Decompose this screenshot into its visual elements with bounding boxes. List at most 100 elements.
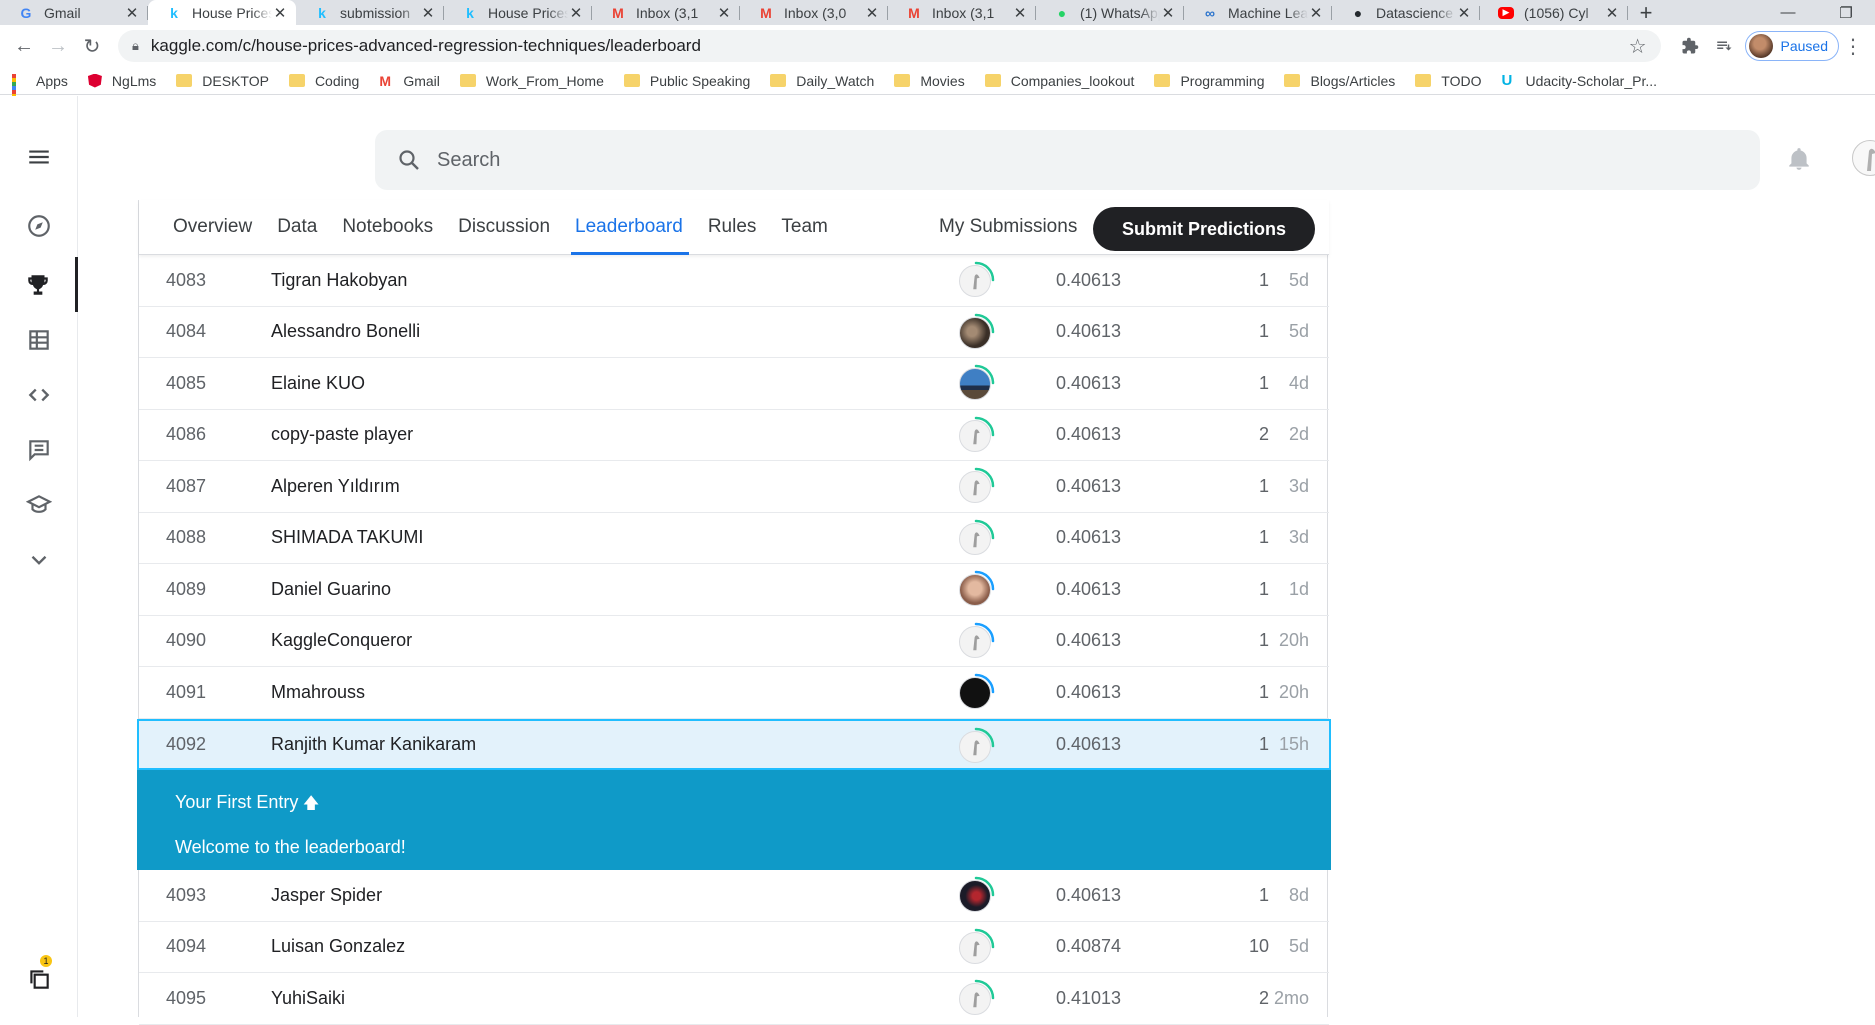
submit-predictions-button[interactable]: Submit Predictions xyxy=(1093,207,1315,251)
team-avatar[interactable] xyxy=(959,265,991,297)
bookmark-desktop[interactable]: DESKTOP xyxy=(176,73,269,89)
bookmark-nglms[interactable]: NgLms xyxy=(87,73,156,89)
tab-data[interactable]: Data xyxy=(277,200,317,255)
restore-icon[interactable]: ❐ xyxy=(1817,0,1875,25)
browser-tab[interactable]: M Inbox (3,0 ✕ xyxy=(740,0,888,25)
close-tab-icon[interactable]: ✕ xyxy=(1456,4,1472,22)
table-row[interactable]: 4087 Alperen Yıldırım 0.40613 1 3d xyxy=(139,461,1329,513)
close-tab-icon[interactable]: ✕ xyxy=(1604,4,1620,22)
back-arrow-icon[interactable]: ← xyxy=(8,30,40,62)
team-avatar[interactable] xyxy=(959,471,991,503)
team-avatar[interactable] xyxy=(959,730,991,763)
team-avatar[interactable] xyxy=(959,677,991,709)
arrow-up-icon: 🡅 xyxy=(298,795,320,812)
code-icon[interactable] xyxy=(0,373,78,417)
close-tab-icon[interactable]: ✕ xyxy=(124,4,140,22)
close-tab-icon[interactable]: ✕ xyxy=(272,4,288,22)
chrome-menu-icon[interactable]: ⋮ xyxy=(1839,34,1867,59)
address-bar[interactable]: 🔒︎ kaggle.com/c/house-prices-advanced-re… xyxy=(118,30,1661,62)
entries-cell: 1 xyxy=(1258,527,1269,548)
team-avatar[interactable] xyxy=(959,316,991,349)
table-row[interactable]: 4088 SHIMADA TAKUMI 0.40613 1 3d xyxy=(139,513,1329,564)
table-row[interactable]: 4091 Mmahrouss 0.40613 1 20h xyxy=(139,667,1329,719)
table-row[interactable]: 4094 Luisan Gonzalez 0.40874 10 5d xyxy=(139,922,1329,973)
score-cell: 0.40613 xyxy=(1056,424,1122,445)
table-row[interactable]: 4090 KaggleConqueror 0.40613 1 20h xyxy=(139,616,1329,667)
close-tab-icon[interactable]: ✕ xyxy=(1308,4,1324,22)
browser-tab[interactable]: ● (1) WhatsApp ✕ xyxy=(1036,0,1184,25)
table-row[interactable]: 4083 Tigran Hakobyan 0.40613 1 5d xyxy=(139,255,1329,307)
close-tab-icon[interactable]: ✕ xyxy=(420,4,436,22)
chevron-down-icon[interactable] xyxy=(0,538,78,582)
browser-tab[interactable]: k House Prices ✕ xyxy=(444,0,592,25)
bookmark-apps[interactable]: Apps xyxy=(12,72,68,110)
hamburger-menu-icon[interactable] xyxy=(0,135,78,179)
close-tab-icon[interactable]: ✕ xyxy=(1012,4,1028,22)
bookmark-programming[interactable]: Programming xyxy=(1154,73,1264,89)
team-avatar[interactable] xyxy=(959,419,991,452)
notifications-bell-icon[interactable] xyxy=(1786,146,1812,172)
table-row[interactable]: 4086 copy-paste player 0.40613 2 2d xyxy=(139,410,1329,461)
table-row[interactable]: 4084 Alessandro Bonelli 0.40613 1 5d xyxy=(139,307,1329,358)
bookmark-blogs-articles[interactable]: Blogs/Articles xyxy=(1284,73,1395,89)
tab-discussion[interactable]: Discussion xyxy=(458,200,550,255)
team-avatar[interactable] xyxy=(959,625,991,658)
compass-icon[interactable] xyxy=(0,204,78,248)
extensions-puzzle-icon[interactable] xyxy=(1673,30,1707,62)
close-tab-icon[interactable]: ✕ xyxy=(1160,4,1176,22)
discussion-comment-icon[interactable] xyxy=(0,428,78,472)
media-queue-icon[interactable] xyxy=(1707,30,1741,62)
team-avatar[interactable] xyxy=(959,574,991,606)
site-search-input[interactable]: Search xyxy=(375,130,1760,190)
table-row[interactable]: 4085 Elaine KUO 0.40613 1 4d xyxy=(139,358,1329,410)
bookmark-todo[interactable]: TODO xyxy=(1415,73,1482,89)
forward-arrow-icon[interactable]: → xyxy=(42,30,74,62)
table-row[interactable]: 4092 Ranjith Kumar Kanikaram 0.40613 1 15h xyxy=(137,718,1331,770)
bookmark-coding[interactable]: Coding xyxy=(288,73,359,89)
browser-tab[interactable]: M Inbox (3,1 ✕ xyxy=(888,0,1036,25)
tab-team[interactable]: Team xyxy=(781,200,827,255)
team-avatar[interactable] xyxy=(959,983,991,1015)
browser-tab[interactable]: ▶ (1056) Cyl ✕ xyxy=(1480,0,1628,25)
tab-notebooks[interactable]: Notebooks xyxy=(342,200,433,255)
bookmark-udacity-scholar-pr[interactable]: U Udacity-Scholar_Pr... xyxy=(1502,73,1658,89)
trophy-icon[interactable] xyxy=(0,257,78,312)
my-submissions-link[interactable]: My Submissions xyxy=(939,216,1077,238)
table-row[interactable]: 4089 Daniel Guarino 0.40613 1 1d xyxy=(139,564,1329,616)
team-avatar[interactable] xyxy=(959,368,991,400)
tab-overview[interactable]: Overview xyxy=(173,200,252,255)
team-avatar[interactable] xyxy=(959,880,991,912)
team-avatar[interactable] xyxy=(959,931,991,964)
tab-rules[interactable]: Rules xyxy=(708,200,757,255)
tab-leaderboard[interactable]: Leaderboard xyxy=(571,200,689,255)
browser-tab[interactable]: M Inbox (3,1 ✕ xyxy=(592,0,740,25)
browser-tab[interactable]: ∞ Machine Learning✕ xyxy=(1184,0,1332,25)
datasets-table-icon[interactable] xyxy=(0,318,78,362)
bookmark-star-icon[interactable]: ☆ xyxy=(1629,34,1647,59)
bookmark-public-speaking[interactable]: Public Speaking xyxy=(623,73,750,89)
url-text[interactable]: kaggle.com/c/house-prices-advanced-regre… xyxy=(151,36,1629,56)
close-tab-icon[interactable]: ✕ xyxy=(864,4,880,22)
bookmark-daily-watch[interactable]: Daily_Watch xyxy=(770,73,874,89)
browser-tab[interactable]: G Gmail ✕ xyxy=(0,0,148,25)
close-tab-icon[interactable]: ✕ xyxy=(568,4,584,22)
learn-graduation-cap-icon[interactable] xyxy=(0,483,78,527)
minimize-icon[interactable]: — xyxy=(1759,0,1817,25)
bookmark-work-from-home[interactable]: Work_From_Home xyxy=(459,73,604,89)
profile-button[interactable]: Paused xyxy=(1744,31,1839,61)
team-avatar[interactable] xyxy=(959,522,991,555)
browser-tab[interactable]: ● Datascience ✕ xyxy=(1332,0,1480,25)
lock-icon[interactable]: 🔒︎ xyxy=(132,38,139,54)
bookmark-gmail[interactable]: M Gmail xyxy=(379,73,440,89)
reload-icon[interactable]: ↻ xyxy=(76,30,108,62)
user-avatar[interactable] xyxy=(1852,140,1875,176)
browser-tab[interactable]: k submission ✕ xyxy=(296,0,444,25)
bookmark-movies[interactable]: Movies xyxy=(894,73,965,89)
table-row[interactable]: 4093 Jasper Spider 0.40613 1 8d xyxy=(139,870,1329,922)
your-work-stack-icon[interactable] xyxy=(0,957,78,1001)
bookmark-companies-lookout[interactable]: Companies_lookout xyxy=(984,73,1134,89)
bookmark-label: Apps xyxy=(36,72,68,89)
new-tab-button[interactable]: + xyxy=(1628,0,1664,25)
close-tab-icon[interactable]: ✕ xyxy=(716,4,732,22)
browser-tab[interactable]: k House Prices ✕ xyxy=(148,0,296,25)
